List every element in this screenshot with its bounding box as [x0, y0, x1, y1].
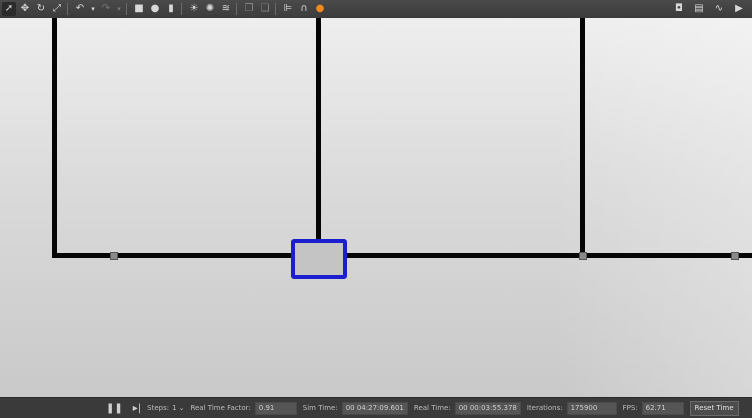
- screenshot-icon[interactable]: ◘: [672, 2, 686, 16]
- rtf-label: Real Time Factor:: [190, 404, 251, 412]
- redo-history-icon[interactable]: ▾: [115, 2, 123, 16]
- box-icon[interactable]: ■: [132, 2, 146, 16]
- scene-viewport[interactable]: [0, 18, 752, 397]
- real-time-value: 00 00:03:55.378: [454, 401, 521, 415]
- status-bar: ❚❚ ▸| Steps: 1 ⌄ Real Time Factor: 0.91 …: [0, 397, 752, 418]
- directional-light-icon[interactable]: ≋: [219, 2, 233, 16]
- toolbar: ➚ ✥ ↻ ⤢ ↶ ▾ ↷ ▾ ■ ● ▮ ☀ ✺ ≋ ❐ ❏ ⊫ ∩ ● ◘ …: [0, 0, 752, 19]
- rotate-icon[interactable]: ↻: [34, 2, 48, 16]
- sim-time-label: Sim Time:: [302, 404, 338, 412]
- select-icon[interactable]: ➚: [2, 2, 16, 16]
- wall-left-vertical[interactable]: [52, 18, 57, 258]
- sphere-icon[interactable]: ●: [148, 2, 162, 16]
- wall-joint: [110, 252, 118, 260]
- fps-value: 62.71: [641, 401, 684, 415]
- iterations-value: 175900: [566, 401, 617, 415]
- spot-light-icon[interactable]: ✺: [203, 2, 217, 16]
- copy-icon[interactable]: ❐: [242, 2, 256, 16]
- wall-joint: [731, 252, 739, 260]
- reset-time-button[interactable]: Reset Time: [689, 400, 739, 416]
- sim-time-value: 00 04:27:09.601: [341, 401, 408, 415]
- fps-label: FPS:: [622, 404, 638, 412]
- rtf-value: 0.91: [254, 401, 297, 415]
- scale-icon[interactable]: ⤢: [50, 2, 64, 16]
- step-icon[interactable]: ▸|: [133, 403, 141, 414]
- undo-icon[interactable]: ↶: [73, 2, 87, 16]
- toolbar-divider: [126, 3, 127, 15]
- toolbar-divider: [275, 3, 276, 15]
- steps-label: Steps:: [147, 404, 170, 412]
- wall-horizontal-right[interactable]: [342, 253, 752, 258]
- undo-history-icon[interactable]: ▾: [89, 2, 97, 16]
- toolbar-divider: [181, 3, 182, 15]
- redo-icon[interactable]: ↷: [99, 2, 113, 16]
- video-icon[interactable]: ▶: [732, 2, 746, 16]
- snap-icon[interactable]: ∩: [297, 2, 311, 16]
- plot-icon[interactable]: ∿: [712, 2, 726, 16]
- align-icon[interactable]: ⊫: [281, 2, 295, 16]
- iterations-label: Iterations:: [526, 404, 563, 412]
- steps-value[interactable]: 1: [172, 404, 176, 412]
- select-model-icon[interactable]: ●: [313, 2, 327, 16]
- wall-horizontal-left[interactable]: [52, 253, 292, 258]
- toolbar-divider: [236, 3, 237, 15]
- wall-right-vertical[interactable]: [580, 18, 585, 258]
- wall-joint: [579, 252, 587, 260]
- paste-icon[interactable]: ❏: [258, 2, 272, 16]
- pause-icon[interactable]: ❚❚: [106, 403, 123, 414]
- robot-model[interactable]: [291, 239, 347, 279]
- chevron-down-icon[interactable]: ⌄: [179, 404, 185, 412]
- real-time-label: Real Time:: [413, 404, 451, 412]
- point-light-icon[interactable]: ☀: [187, 2, 201, 16]
- toolbar-right-group: ◘ ▤ ∿ ▶: [670, 2, 746, 16]
- toolbar-divider: [67, 3, 68, 15]
- wall-center-vertical[interactable]: [316, 18, 321, 240]
- translate-icon[interactable]: ✥: [18, 2, 32, 16]
- cylinder-icon[interactable]: ▮: [164, 2, 178, 16]
- log-icon[interactable]: ▤: [692, 2, 706, 16]
